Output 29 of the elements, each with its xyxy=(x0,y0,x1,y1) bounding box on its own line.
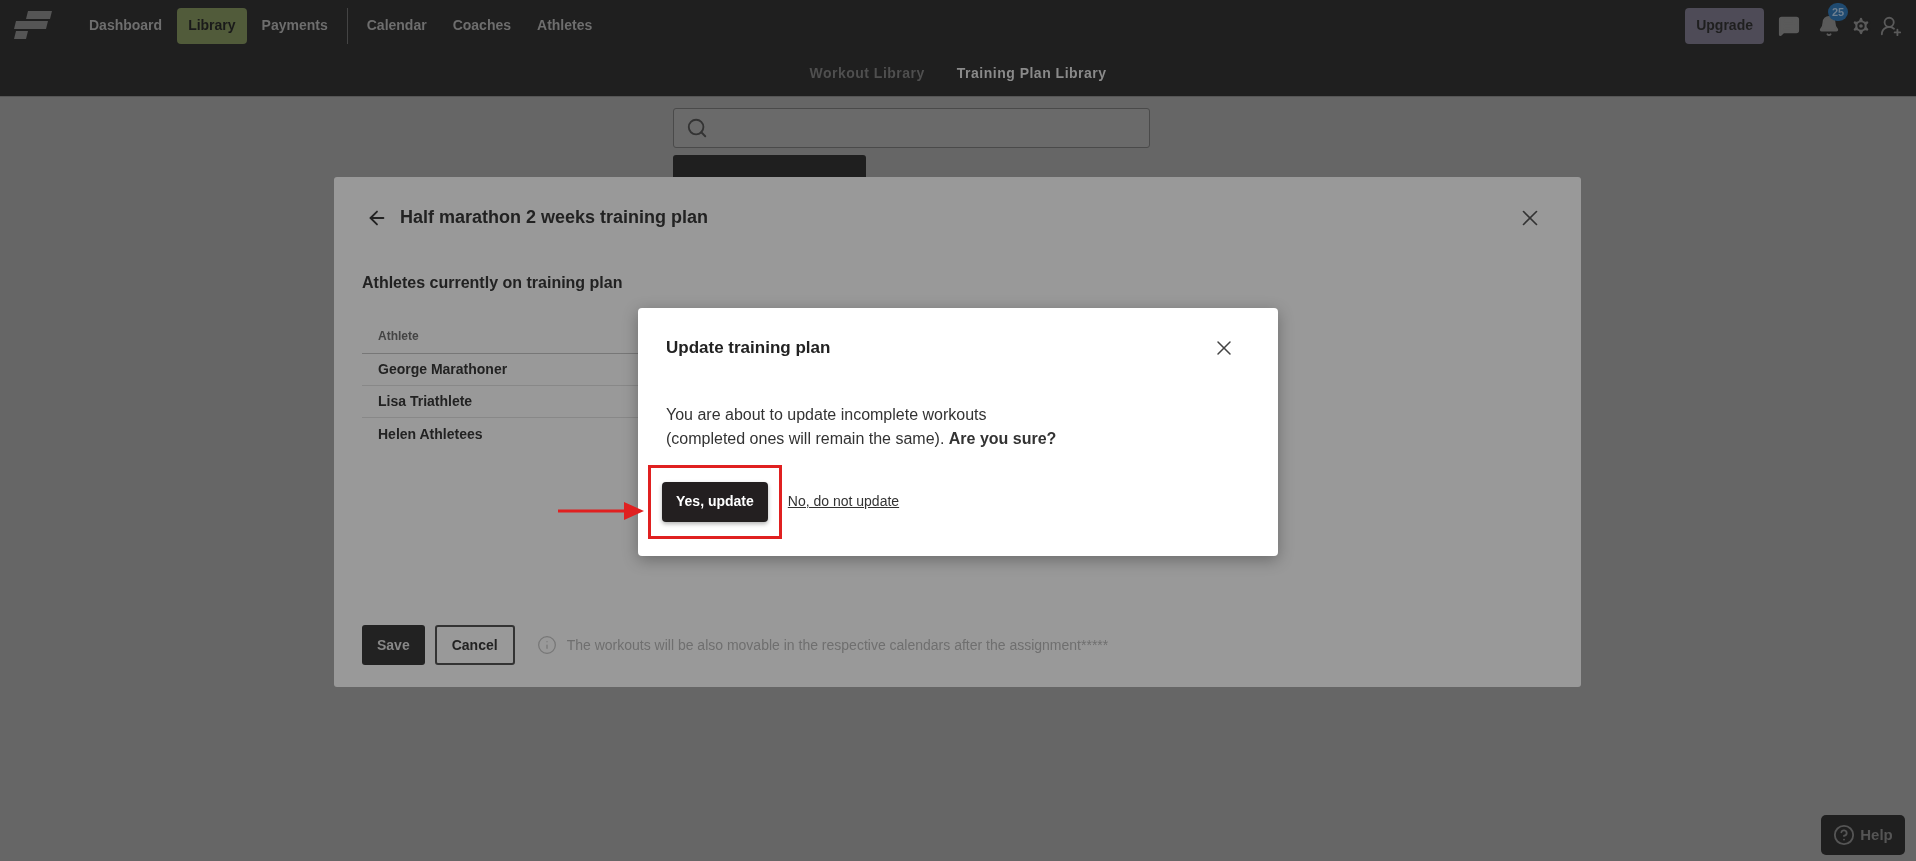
nav-item[interactable]: Payments xyxy=(250,7,339,44)
nav-item[interactable]: Athletes xyxy=(526,7,604,44)
save-button[interactable]: Save xyxy=(362,625,425,665)
section-title: Athletes currently on training plan xyxy=(362,273,624,293)
table-cell-text: Lisa Triathlete xyxy=(378,392,473,411)
dialog-title: Half marathon 2 weeks training plan xyxy=(400,206,709,229)
notification-icon[interactable] xyxy=(1818,14,1840,37)
confirm-title: Update training plan xyxy=(666,337,831,359)
user-icon[interactable] xyxy=(1880,14,1902,37)
table-cell-text: George Marathoner xyxy=(378,360,508,379)
logo-icon[interactable] xyxy=(14,10,52,41)
column-header: Athlete xyxy=(378,329,419,343)
confirm-message: You are about to update incomplete workouts (completed ones will remain the same). Are you sure? xyxy=(666,404,1058,449)
info-icon xyxy=(536,635,557,655)
cancel-button[interactable]: Cancel xyxy=(434,625,515,665)
cancel-link[interactable]: No, do not update xyxy=(787,491,900,512)
help-icon xyxy=(1833,824,1856,846)
nav-item[interactable]: Library xyxy=(177,7,247,44)
nav-item[interactable]: Coaches xyxy=(441,7,523,44)
chat-icon[interactable] xyxy=(1778,14,1800,37)
notification-badge: 25 xyxy=(1828,2,1849,21)
confirm-button[interactable]: Yes, update xyxy=(662,481,768,522)
upgrade-button[interactable]: Upgrade xyxy=(1685,7,1764,44)
nav-item[interactable]: Calendar xyxy=(355,7,438,44)
table-cell-text: Helen Athletees xyxy=(378,424,483,444)
search-icon xyxy=(686,117,708,139)
search-field[interactable] xyxy=(673,108,1150,148)
library-tab[interactable]: Training Plan Library xyxy=(956,63,1107,84)
nav-item[interactable]: Dashboard xyxy=(78,7,174,44)
